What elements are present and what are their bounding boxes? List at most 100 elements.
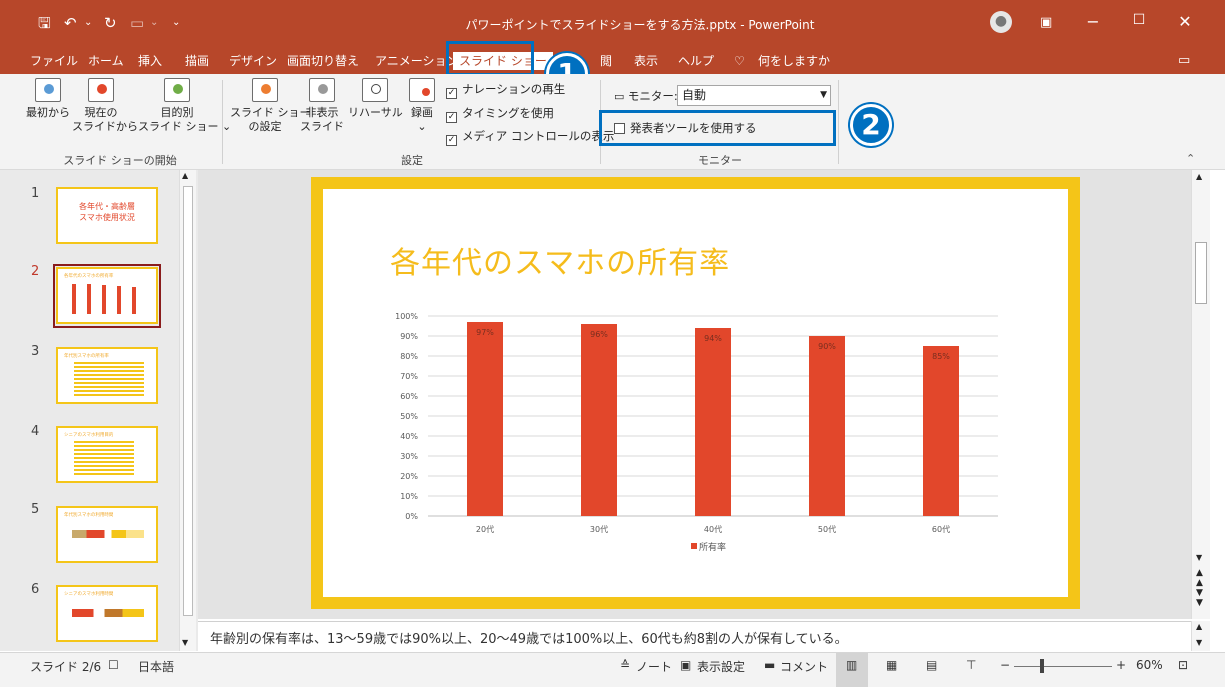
notes-icon: ≙ [620,658,631,672]
previous-slide-icon[interactable]: ▲ ▲ [1196,568,1203,588]
account-avatar-icon[interactable]: ● [990,11,1012,33]
close-button[interactable]: ✕ [1170,12,1200,31]
from-current-icon [88,78,114,102]
save-icon[interactable]: 🖫 [38,13,51,33]
scroll-thumb[interactable] [1195,242,1207,304]
from-current-slide-button[interactable]: 現在の スライドから [72,78,138,134]
zoom-slider-handle[interactable] [1040,659,1044,673]
thumb-number: 3 [31,344,40,359]
present-icon[interactable]: ▭ [130,13,144,33]
monitor-selector-label: ▭ モニター: [614,89,678,104]
undo-icon[interactable]: ↶ [64,13,77,33]
bar [467,322,503,516]
tab-view[interactable]: 表示 [634,53,658,69]
maximize-button[interactable]: ☐ [1124,12,1154,28]
comments-button[interactable]: コメント [780,658,828,675]
thumb-title: 年代別スマホの利用時間 [64,513,114,518]
scroll-up-icon[interactable]: ▲ [1196,172,1202,181]
accessibility-icon[interactable]: ☐ [108,658,119,672]
scroll-up-icon[interactable]: ▲ [182,171,188,180]
zoom-level[interactable]: 60% [1136,658,1163,672]
document-title: パワーポイントでスライドショーをする方法.pptx - PowerPoint [465,18,815,32]
scroll-up-icon[interactable]: ▲ [1196,622,1202,631]
tab-design[interactable]: デザイン [229,53,277,69]
scroll-down-icon[interactable]: ▼ [182,638,188,647]
next-slide-icon[interactable]: ▼ ▼ [1196,588,1203,608]
zoom-in-button[interactable]: + [1116,658,1126,672]
chk-show-media-controls[interactable]: ✓ メディア コントロールの表示 [446,129,614,146]
tell-me-search[interactable]: 何をしますか [758,53,830,69]
chk-use-timings[interactable]: ✓ タイミングを使用 [446,106,554,123]
zoom-slider-track[interactable] [1014,666,1112,667]
rehearse-timings-button[interactable]: リハーサル [348,78,403,120]
scroll-down-icon[interactable]: ▼ [1196,638,1202,647]
tab-review[interactable]: 閲 [600,53,612,69]
setup-slide-show-button[interactable]: スライド ショー の設定 [230,78,311,134]
reading-view-icon[interactable]: ▤ [926,658,937,672]
y-tick-label: 30% [400,452,418,461]
minimize-button[interactable]: − [1078,12,1108,31]
customize-qat-icon[interactable]: ⌄ [172,13,180,33]
undo-dropdown-icon[interactable]: ⌄ [84,13,92,33]
tab-transitions[interactable]: 画面切り替え [287,53,359,69]
setup-label-2: の設定 [248,120,282,133]
slide-thumbnail-4[interactable]: シニアのスマホ利用目的 [56,426,158,483]
record-dropdown-icon[interactable]: ⌄ [417,120,426,133]
fit-slide-icon[interactable]: ⊡ [1178,658,1188,672]
custom-slide-show-button[interactable]: 目的別 スライド ショー ⌄ [138,78,231,134]
slide-thumbnail-5[interactable]: 年代別スマホの利用時間 [56,506,158,563]
status-bar: スライド 2/6 ☐ 日本語 ≙ ノート ▣ 表示設定 ▬ コメント ▥ ▦ ▤… [0,652,1225,687]
notes-text[interactable]: 年齢別の保有率は、13～59歳では90%以上、20～49歳では100%以上、60… [210,628,848,647]
from-beginning-button[interactable]: 最初から [22,78,74,120]
thumb-title: 年代別スマホの所有率 [64,354,109,359]
thumb-title-line2: スマホ使用状況 [79,213,135,222]
tab-file[interactable]: ファイル [30,53,78,69]
monitor-select[interactable]: 自動 ▼ [677,85,831,106]
slide-show-view-icon[interactable]: ⊤ [966,658,976,672]
x-tick-label: 40代 [704,524,722,534]
data-label: 97% [476,328,494,337]
slide-sorter-icon[interactable]: ▦ [886,658,897,672]
y-tick-label: 20% [400,472,418,481]
redo-icon[interactable]: ↻ [104,13,117,33]
zoom-out-button[interactable]: − [1000,658,1010,672]
comments-icon[interactable]: ▭ [1178,53,1190,69]
slide-thumbnail-6[interactable]: シニアのスマホ利用時間 [56,585,158,642]
slide-counter: スライド 2/6 [30,660,102,674]
tab-help[interactable]: ヘルプ [678,53,714,69]
display-settings-button[interactable]: 表示設定 [697,658,745,675]
tab-draw[interactable]: 描画 [185,53,209,69]
custom-label-1: 目的別 [160,106,194,119]
setup-label-1: スライド ショー [230,106,311,119]
thumbnail-scrollbar[interactable]: ▲ ▼ [179,170,196,651]
slide-scrollbar[interactable]: ▲ ▼ ▲ ▲ ▼ ▼ [1191,170,1210,619]
notes-pane[interactable]: 年齢別の保有率は、13～59歳では90%以上、20～49歳では100%以上、60… [198,621,1210,651]
rehearse-label: リハーサル [348,106,403,119]
hide-slide-button[interactable]: 非表示 スライド [300,78,344,134]
callout-box-2 [599,110,836,146]
slide-thumbnail-2[interactable]: 各年代のスマホの所有率 [56,267,158,324]
present-dropdown-icon[interactable]: ⌄ [150,13,158,33]
notes-button[interactable]: ノート [636,658,672,675]
y-tick-label: 40% [400,432,418,441]
slide-thumbnail-1[interactable]: 各年代・高齢層 スマホ使用状況 [56,187,158,244]
chk-narration-label: ナレーションの再生 [462,82,566,96]
bar [695,328,731,516]
thumb-stacked-preview [72,530,144,538]
thumb-title: シニアのスマホ利用目的 [64,433,114,438]
collapse-ribbon-icon[interactable]: ⌃ [1186,152,1195,165]
ribbon-display-icon[interactable]: ▣ [1040,13,1052,33]
current-slide[interactable]: 各年代のスマホの所有率 0% 10% 20% 30% 40% 50% 60% 70% 80% 90… [311,177,1080,609]
record-button[interactable]: 録画 ⌄ [404,78,440,134]
y-tick-label: 50% [400,412,418,421]
scroll-down-icon[interactable]: ▼ [1196,553,1202,562]
chk-play-narrations[interactable]: ✓ ナレーションの再生 [446,82,565,99]
bar-chart[interactable]: 0% 10% 20% 30% 40% 50% 60% 70% 80% 90% 100% 97% 20代 9… [323,189,1068,597]
normal-view-icon[interactable]: ▥ [846,658,857,672]
scroll-thumb[interactable] [183,186,193,616]
tab-home[interactable]: ホーム [88,53,124,69]
tab-insert[interactable]: 挿入 [138,53,162,69]
slide-thumbnail-3[interactable]: 年代別スマホの所有率 [56,347,158,404]
notes-scrollbar[interactable]: ▲ ▼ [1191,621,1210,651]
language-status[interactable]: 日本語 [138,658,174,675]
